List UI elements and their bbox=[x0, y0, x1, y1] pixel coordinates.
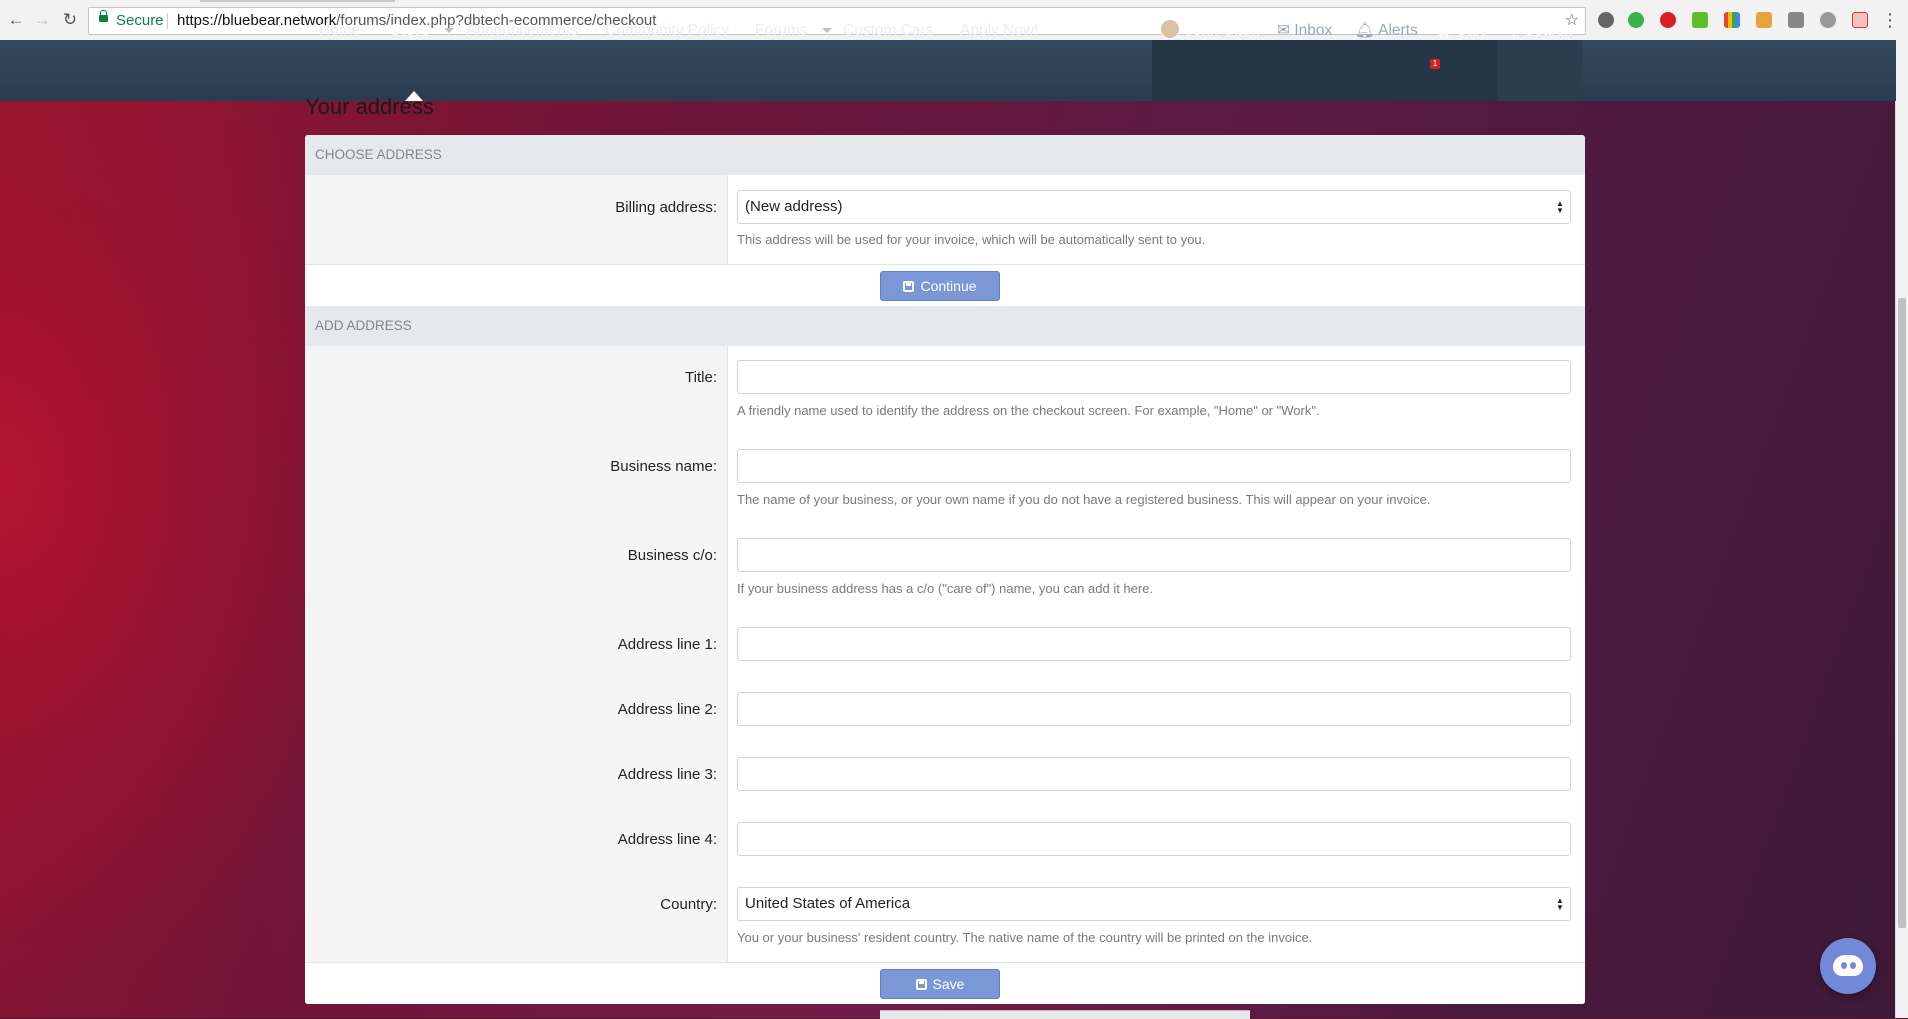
nav-apply-now[interactable]: Apply Now! bbox=[960, 0, 1038, 61]
title-input[interactable] bbox=[737, 360, 1571, 394]
omnibox-divider bbox=[167, 13, 168, 29]
nav-alerts[interactable]: 🔔︎ Alerts bbox=[1355, 0, 1418, 61]
billing-address-select[interactable]: (New address) ▲ ▼ bbox=[737, 190, 1571, 224]
back-arrow-icon[interactable]: ← bbox=[6, 10, 26, 30]
billing-address-value: (New address) bbox=[745, 198, 843, 215]
address-line-1-label: Address line 1: bbox=[617, 636, 717, 653]
address-line-4-input[interactable] bbox=[737, 822, 1571, 856]
nav-custom-cars[interactable]: Custom Cars bbox=[843, 0, 933, 61]
select-arrows-icon: ▲ ▼ bbox=[1556, 199, 1564, 215]
s-extension-icon[interactable] bbox=[1788, 12, 1804, 28]
red-extension-icon[interactable] bbox=[1660, 12, 1676, 28]
nav-store-label: Store bbox=[390, 22, 430, 39]
notes-extension-icon[interactable] bbox=[1756, 12, 1772, 28]
secure-label: Secure bbox=[116, 12, 164, 29]
nav-user[interactable]: John Clark bbox=[1160, 0, 1259, 61]
title-hint: A friendly name used to identify the add… bbox=[737, 403, 1320, 418]
inbox-label: Inbox bbox=[1294, 22, 1333, 39]
address-line-1-input[interactable] bbox=[737, 627, 1571, 661]
url-host: https://bluebear.network bbox=[177, 12, 337, 29]
country-label: Country: bbox=[660, 896, 717, 913]
billing-address-row: Billing address: (New address) ▲ ▼ This a… bbox=[305, 175, 1585, 264]
search-label: Search bbox=[1523, 22, 1573, 39]
chevron-down-icon[interactable] bbox=[821, 28, 832, 34]
country-select[interactable]: United States of America ▲ ▼ bbox=[737, 887, 1571, 921]
page-scrollbar[interactable] bbox=[1895, 40, 1908, 1018]
billing-address-hint: This address will be used for your invoi… bbox=[737, 232, 1206, 247]
save-row: Save bbox=[305, 962, 1585, 1004]
continue-row: Continue bbox=[305, 264, 1585, 307]
choose-address-header: CHOOSE ADDRESS bbox=[305, 135, 1585, 175]
address-line-2-label: Address line 2: bbox=[617, 701, 717, 718]
browser-toolbar: ← → ↻ Secure https://bluebear.network/fo… bbox=[0, 0, 1908, 41]
country-hint: You or your business' resident country. … bbox=[737, 930, 1313, 945]
puzzle-extension-icon[interactable] bbox=[1820, 12, 1836, 28]
discord-eye-icon bbox=[1841, 962, 1847, 969]
country-value: United States of America bbox=[745, 895, 911, 912]
site-navigation bbox=[0, 40, 1896, 101]
nav-community-policy[interactable]: Community Policy bbox=[605, 0, 729, 61]
discord-icon bbox=[1833, 955, 1863, 976]
google-extension-icon[interactable] bbox=[1724, 12, 1740, 28]
download-extension-icon[interactable] bbox=[1692, 12, 1708, 28]
nav-forums-label: Forums bbox=[755, 22, 808, 39]
pdf-extension-icon[interactable] bbox=[1852, 12, 1868, 28]
business-co-label: Business c/o: bbox=[627, 547, 717, 564]
discord-eye-icon bbox=[1850, 962, 1856, 969]
business-name-hint: The name of your business, or your own n… bbox=[737, 492, 1431, 507]
select-arrows-icon: ▲ ▼ bbox=[1556, 896, 1564, 912]
alerts-label: Alerts bbox=[1378, 22, 1418, 39]
nav-cart[interactable]: 🛒︎Cart bbox=[1436, 0, 1485, 61]
bell-icon: 🔔︎ bbox=[1355, 22, 1375, 39]
nav-search[interactable]: ⚲ Search bbox=[1508, 0, 1573, 61]
nav-forums[interactable]: Forums bbox=[755, 0, 832, 61]
browser-menu-icon[interactable]: ⋮ bbox=[1880, 10, 1900, 30]
address-line-2-input[interactable] bbox=[737, 692, 1571, 726]
green-extension-icon[interactable] bbox=[1628, 12, 1644, 28]
user-name: John Clark bbox=[1185, 22, 1260, 39]
address-line-3-label: Address line 3: bbox=[617, 766, 717, 783]
business-name-label: Business name: bbox=[610, 458, 717, 475]
cart-count-badge: 1 bbox=[1430, 59, 1440, 69]
nav-home[interactable]: Home bbox=[319, 0, 360, 61]
add-address-header: ADD ADDRESS bbox=[305, 306, 1585, 346]
billing-address-label: Billing address: bbox=[615, 199, 717, 216]
save-label: Save bbox=[932, 976, 965, 992]
search-icon: ⚲ bbox=[1508, 22, 1520, 39]
save-disk-icon bbox=[903, 281, 915, 292]
lock-icon bbox=[99, 10, 108, 22]
envelope-icon: ✉ bbox=[1277, 22, 1290, 39]
avatar bbox=[1160, 19, 1180, 39]
business-co-hint: If your business address has a c/o ("car… bbox=[737, 581, 1154, 596]
continue-label: Continue bbox=[920, 278, 977, 294]
browser-tab-edge bbox=[200, 0, 395, 2]
cart-label: Cart bbox=[1455, 22, 1485, 39]
speed-extension-icon[interactable] bbox=[1598, 12, 1614, 28]
address-line-3-input[interactable] bbox=[737, 757, 1571, 791]
save-button[interactable]: Save bbox=[880, 969, 1000, 999]
label-column bbox=[305, 346, 728, 962]
discord-widget-button[interactable] bbox=[1820, 938, 1876, 994]
nav-inbox[interactable]: ✉ Inbox bbox=[1277, 0, 1332, 61]
nav-store[interactable]: Store bbox=[390, 0, 454, 61]
continue-button[interactable]: Continue bbox=[880, 271, 1000, 301]
forward-arrow-icon[interactable]: → bbox=[32, 10, 52, 30]
label-column bbox=[305, 175, 728, 264]
save-disk-icon bbox=[915, 979, 927, 990]
scrollbar-thumb[interactable] bbox=[1898, 298, 1906, 928]
page-title: Your address bbox=[305, 94, 434, 119]
address-form-panel: CHOOSE ADDRESS Billing address: (New add… bbox=[305, 135, 1585, 1004]
reload-icon[interactable]: ↻ bbox=[60, 10, 80, 30]
cart-icon: 🛒︎ bbox=[1436, 22, 1456, 39]
address-line-4-label: Address line 4: bbox=[617, 831, 717, 848]
nav-announcements[interactable]: Announcements bbox=[466, 0, 578, 61]
add-address-fields: Title: A friendly name used to identify … bbox=[305, 346, 1585, 962]
business-co-input[interactable] bbox=[737, 538, 1571, 572]
title-label: Title: bbox=[685, 369, 717, 386]
business-name-input[interactable] bbox=[737, 449, 1571, 483]
chevron-down-icon[interactable] bbox=[443, 28, 454, 34]
